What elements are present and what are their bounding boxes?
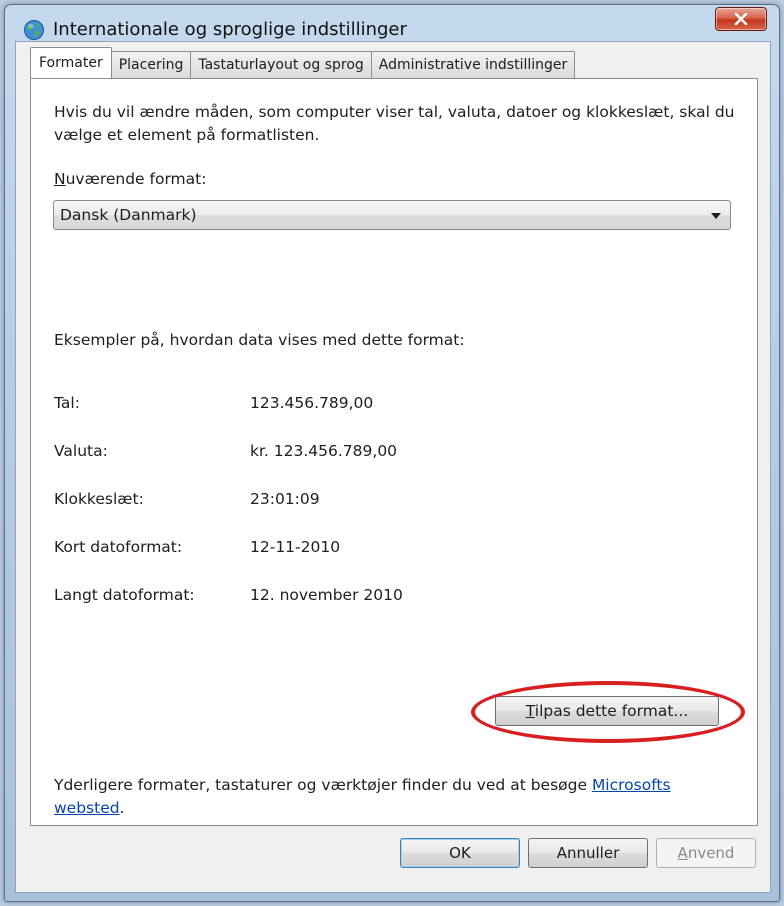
tab-tastaturlayout[interactable]: Tastaturlayout og sprog	[190, 51, 372, 78]
dialog-window: Internationale og sproglige indstillinge…	[4, 4, 780, 902]
tab-formater[interactable]: Formater	[30, 47, 112, 78]
example-value: 123.456.789,00	[250, 394, 374, 412]
current-format-label: Nuværende format:	[54, 170, 206, 188]
dialog-client-area: Formater Placering Tastaturlayout og spr…	[15, 41, 771, 893]
footer-text: Yderligere formater, tastaturer og værkt…	[54, 776, 592, 794]
tab-placering[interactable]: Placering	[110, 51, 192, 78]
tab-strip: Formater Placering Tastaturlayout og spr…	[30, 47, 576, 78]
formats-panel: Hvis du vil ændre måden, som computer vi…	[30, 78, 758, 826]
websted-link[interactable]: websted	[54, 799, 120, 817]
close-button[interactable]	[715, 7, 767, 31]
footer-info: Yderligere formater, tastaturer og værkt…	[54, 774, 754, 820]
current-format-label-text: uværende format:	[65, 170, 207, 188]
tab-administrative[interactable]: Administrative indstillinger	[370, 51, 576, 78]
chevron-down-icon	[711, 213, 721, 219]
example-label: Valuta:	[54, 442, 108, 460]
window-title: Internationale og sproglige indstillinge…	[53, 19, 407, 40]
customize-mnemonic: T	[525, 702, 535, 720]
dialog-buttons: OK Annuller Anvend	[16, 838, 772, 878]
apply-button[interactable]: Anvend	[656, 838, 756, 868]
example-label: Langt datoformat:	[54, 586, 195, 604]
formats-description: Hvis du vil ændre måden, som computer vi…	[54, 103, 735, 144]
ok-button[interactable]: OK	[400, 838, 520, 868]
example-label: Tal:	[54, 394, 80, 412]
example-value: 12-11-2010	[250, 538, 341, 556]
example-value: 23:01:09	[250, 490, 320, 508]
footer-end: .	[119, 799, 125, 817]
example-label: Klokkeslæt:	[54, 490, 144, 508]
example-label: Kort datoformat:	[54, 538, 183, 556]
customize-format-button[interactable]: Tilpas dette format...	[495, 696, 719, 726]
current-format-label-mnemonic: N	[54, 170, 66, 188]
close-icon	[734, 10, 748, 29]
example-value: kr. 123.456.789,00	[250, 442, 398, 460]
apply-label: nvend	[687, 844, 735, 862]
customize-label: ilpas dette format...	[534, 702, 689, 720]
apply-mnemonic: A	[677, 844, 688, 862]
globe-icon	[23, 19, 45, 41]
current-format-value: Dansk (Danmark)	[60, 206, 197, 224]
microsoft-link[interactable]: Microsofts	[592, 776, 671, 794]
examples-title: Eksempler på, hvordan data vises med det…	[54, 331, 465, 349]
cancel-button[interactable]: Annuller	[528, 838, 648, 868]
example-value: 12. november 2010	[250, 586, 403, 604]
current-format-select[interactable]: Dansk (Danmark)	[53, 200, 731, 230]
